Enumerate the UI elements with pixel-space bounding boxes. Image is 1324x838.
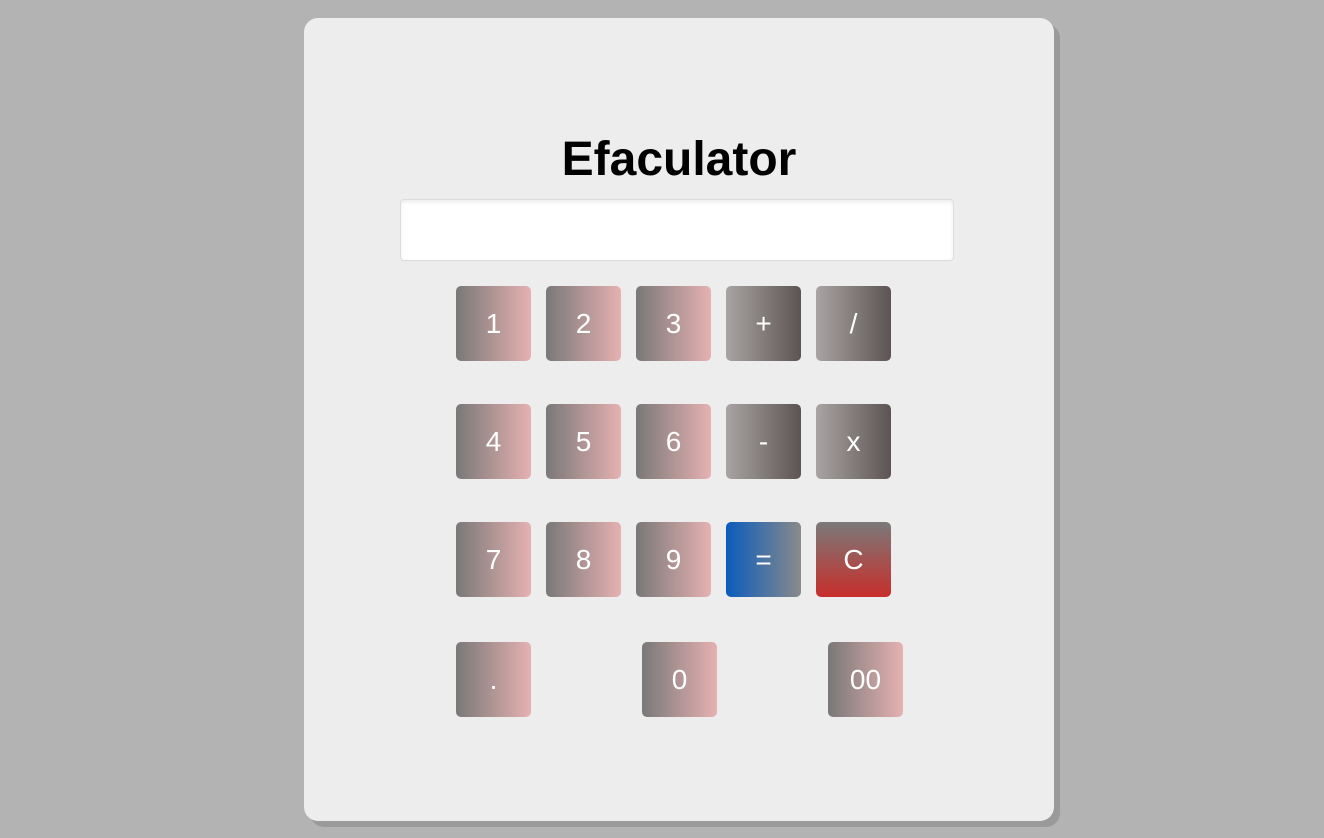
key-4-button[interactable]: 4 [456, 404, 531, 479]
key-9-button[interactable]: 9 [636, 522, 711, 597]
calculator-display-input[interactable] [400, 199, 954, 261]
divide-button[interactable]: / [816, 286, 891, 361]
key-0-button[interactable]: 0 [642, 642, 717, 717]
key-7-button[interactable]: 7 [456, 522, 531, 597]
key-2-button[interactable]: 2 [546, 286, 621, 361]
key-8-button[interactable]: 8 [546, 522, 621, 597]
key-3-button[interactable]: 3 [636, 286, 711, 361]
multiply-button[interactable]: x [816, 404, 891, 479]
key-5-button[interactable]: 5 [546, 404, 621, 479]
decimal-point-button[interactable]: . [456, 642, 531, 717]
key-6-button[interactable]: 6 [636, 404, 711, 479]
clear-button[interactable]: C [816, 522, 891, 597]
key-00-button[interactable]: 00 [828, 642, 903, 717]
key-1-button[interactable]: 1 [456, 286, 531, 361]
calculator-title: Efaculator [561, 133, 797, 186]
equals-button[interactable]: = [726, 522, 801, 597]
minus-button[interactable]: - [726, 404, 801, 479]
calculator-card: Efaculator 1 2 3 + / 4 5 6 - x 7 8 9 = C… [304, 18, 1054, 821]
plus-button[interactable]: + [726, 286, 801, 361]
